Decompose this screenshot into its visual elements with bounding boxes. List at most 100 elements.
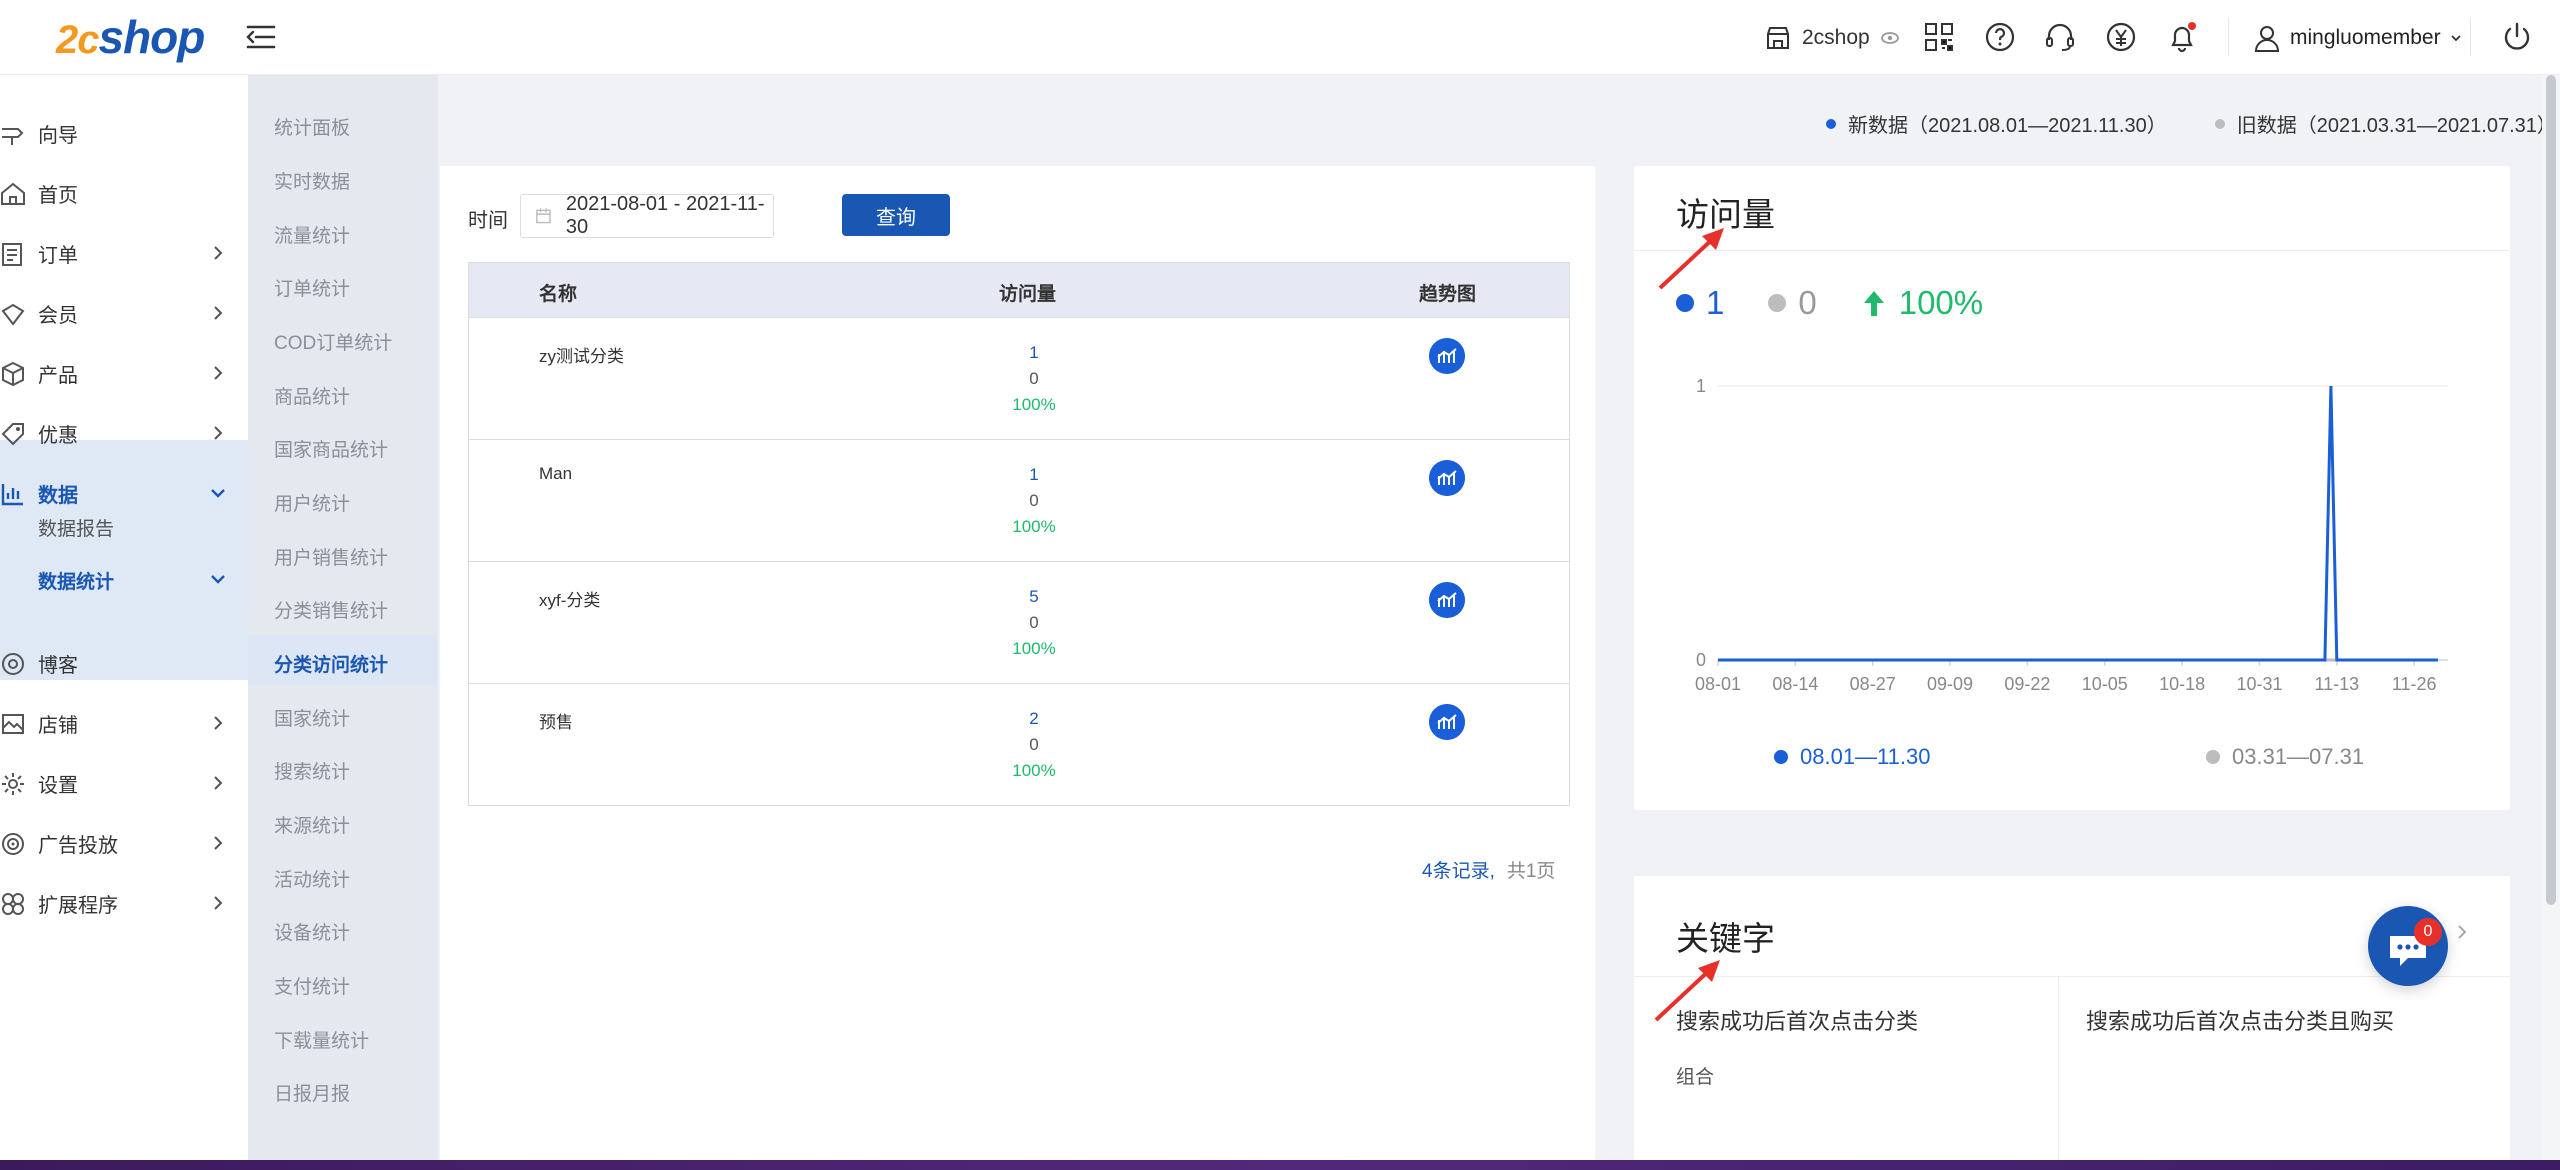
guide-icon xyxy=(2,128,24,145)
order-icon xyxy=(2,243,22,266)
power-logout-icon[interactable] xyxy=(2500,20,2534,54)
trend-chart-icon[interactable] xyxy=(1429,582,1465,618)
visit-change: 100% xyxy=(1012,395,1056,414)
chart-legend-item[interactable]: 03.31—07.31 xyxy=(2206,744,2364,770)
sidebar-item-ads[interactable]: 广告投放 xyxy=(0,813,248,873)
chat-button[interactable] xyxy=(2368,906,2448,986)
chevron-right-icon[interactable] xyxy=(2452,922,2472,942)
annotation-arrow xyxy=(1654,960,1720,1022)
sidebar-item-order[interactable]: 订单 xyxy=(0,223,248,283)
chat-icon xyxy=(2390,936,2426,966)
sidebar-subitem-data-stats[interactable]: 数据统计 xyxy=(38,567,114,594)
sub-sidebar-item[interactable]: 日报月报 xyxy=(274,1079,350,1106)
old-visits: 0 xyxy=(1029,735,1039,754)
new-visits: 2 xyxy=(1029,709,1039,728)
sidebar-item-label: 首页 xyxy=(38,184,78,207)
query-button[interactable]: 查询 xyxy=(842,194,950,236)
sub-sidebar-item[interactable]: 实时数据 xyxy=(274,167,350,194)
summary-old-value: 0 xyxy=(1798,284,1817,321)
record-count: 4条记录, xyxy=(1422,861,1495,882)
column-header-visits[interactable]: 访问量 xyxy=(999,279,1056,306)
sidebar-item-label: 博客 xyxy=(38,654,78,677)
sidebar-item-extensions[interactable]: 扩展程序 xyxy=(0,873,248,933)
sidebar-item-settings[interactable]: 设置 xyxy=(0,753,248,813)
sidebar-item-member[interactable]: 会员 xyxy=(0,283,248,343)
category-name: xyf-分类 xyxy=(539,591,601,610)
help-icon[interactable] xyxy=(1983,20,2017,54)
sub-sidebar-item[interactable]: 国家商品统计 xyxy=(274,435,388,462)
qrcode-icon[interactable] xyxy=(1922,20,1956,54)
notification-bell-icon[interactable] xyxy=(2165,20,2199,54)
page-scrollbar[interactable] xyxy=(2542,75,2560,1160)
sub-sidebar-item[interactable]: 用户统计 xyxy=(274,489,350,516)
sub-sidebar-item[interactable]: 流量统计 xyxy=(274,221,350,248)
sub-sidebar-item[interactable]: 订单统计 xyxy=(274,274,350,301)
sidebar-item-label: 向导 xyxy=(38,124,78,147)
table-row: 预售 2 0 100% xyxy=(469,683,1569,805)
desktop-edge xyxy=(0,1160,2560,1170)
sub-sidebar-item[interactable]: 下载量统计 xyxy=(274,1026,369,1053)
sub-sidebar-item[interactable]: COD订单统计 xyxy=(274,328,392,355)
sidebar-item-label: 设置 xyxy=(38,774,78,797)
sidebar-item-label: 优惠 xyxy=(38,424,78,447)
new-visits: 1 xyxy=(1029,465,1039,484)
sidebar-item-blog[interactable]: 博客 xyxy=(0,633,248,693)
trend-chart-icon[interactable] xyxy=(1429,338,1465,374)
calendar-icon xyxy=(536,208,551,224)
x-tick-label: 10-18 xyxy=(2159,674,2205,694)
sub-sidebar-item[interactable]: 活动统计 xyxy=(274,865,350,892)
annotation-arrow xyxy=(1658,228,1724,290)
sub-sidebar-item[interactable]: 设备统计 xyxy=(274,918,350,945)
sub-sidebar-item[interactable]: 用户销售统计 xyxy=(274,543,388,570)
sub-sidebar-item[interactable]: 来源统计 xyxy=(274,811,350,838)
legend-label: 新数据（2021.08.01—2021.11.30） xyxy=(1848,115,2167,137)
sidebar-item-store[interactable]: 店铺 xyxy=(0,693,248,753)
data-chart-icon xyxy=(1,484,23,506)
sidebar-item-product[interactable]: 产品 xyxy=(0,343,248,403)
trend-chart-icon[interactable] xyxy=(1429,460,1465,496)
sub-sidebar-item[interactable]: 支付统计 xyxy=(274,972,350,999)
date-range-picker[interactable]: 2021-08-01 - 2021-11-30 xyxy=(520,193,774,238)
legend-dot xyxy=(2214,118,2225,129)
eye-icon[interactable] xyxy=(1880,28,1900,48)
currency-icon[interactable] xyxy=(2104,20,2138,54)
discount-icon xyxy=(1,423,24,446)
divider xyxy=(2058,976,2059,1160)
legend-dot xyxy=(1826,118,1836,129)
sidebar-item-label: 店铺 xyxy=(38,714,78,737)
time-filter-label: 时间 xyxy=(468,210,508,232)
logo[interactable]: 2cshop xyxy=(56,10,205,64)
sub-sidebar-item[interactable]: 统计面板 xyxy=(274,113,350,140)
chevron-right-icon xyxy=(214,776,223,790)
chart-legend-item[interactable]: 08.01—11.30 xyxy=(1774,744,1930,770)
chevron-right-icon xyxy=(214,896,223,910)
sub-sidebar-item-active[interactable]: 分类访问统计 xyxy=(274,650,388,677)
new-visits: 1 xyxy=(1029,343,1039,362)
sidebar-subitem-data-report[interactable]: 数据报告 xyxy=(38,514,114,541)
store-switcher[interactable]: 2cshop xyxy=(1764,0,1900,75)
column-header-name[interactable]: 名称 xyxy=(539,279,577,306)
summary-dot xyxy=(1676,294,1694,312)
menu-collapse-icon[interactable] xyxy=(244,20,278,54)
scrollbar-thumb[interactable] xyxy=(2546,75,2556,905)
x-tick-label: 09-22 xyxy=(2004,674,2050,694)
sub-sidebar-item[interactable]: 搜索统计 xyxy=(274,757,350,784)
sidebar-item-home[interactable]: 首页 xyxy=(0,163,248,223)
sub-sidebar-item[interactable]: 分类销售统计 xyxy=(274,596,388,623)
sub-sidebar-item[interactable]: 国家统计 xyxy=(274,704,350,731)
sub-sidebar-item[interactable]: 商品统计 xyxy=(274,382,350,409)
x-tick-label: 09-09 xyxy=(1927,674,1973,694)
table-row: xyf-分类 5 0 100% xyxy=(469,561,1569,683)
user-menu[interactable]: mingluomember xyxy=(2252,0,2463,75)
sidebar-item-guide[interactable]: 向导 xyxy=(0,103,248,163)
summary-change: 100% xyxy=(1861,284,1983,322)
legend-label: 08.01—11.30 xyxy=(1800,744,1931,769)
trend-chart-icon[interactable] xyxy=(1429,704,1465,740)
customer-service-icon[interactable] xyxy=(2043,20,2077,54)
keyword-item: 组合 xyxy=(1676,1067,1715,1088)
visit-chart-card: 访问量 1 0 100% 0 1 08-01 08-14 08-27 09-09 09-22… xyxy=(1634,166,2510,810)
legend-label: 旧数据（2021.03.31—2021.07.31） xyxy=(2236,115,2557,137)
x-tick-label: 08-14 xyxy=(1772,674,1818,694)
old-visits: 0 xyxy=(1029,613,1039,632)
sidebar-item-discount[interactable]: 优惠 xyxy=(0,403,248,463)
